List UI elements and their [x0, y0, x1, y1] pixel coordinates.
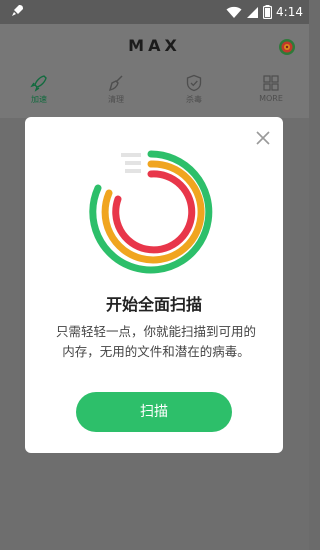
- tab-bar: 加速 清理 杀毒 MORE: [0, 70, 309, 118]
- tab-clean[interactable]: 清理: [86, 74, 146, 114]
- tab-label: MORE: [259, 94, 283, 103]
- dialog-title: 开始全面扫描: [105, 295, 202, 314]
- progress-rings-icon: [89, 150, 213, 274]
- broom-icon: [108, 75, 123, 91]
- app-header: MAX: [0, 24, 309, 70]
- rocket-icon: [30, 75, 47, 92]
- wifi-icon: [226, 6, 242, 18]
- status-bar: 4:14: [0, 0, 309, 24]
- shield-icon: [186, 74, 202, 92]
- battery-icon: [263, 5, 273, 19]
- tab-antivirus[interactable]: 杀毒: [164, 74, 224, 114]
- scan-button[interactable]: 扫描: [76, 392, 232, 432]
- tab-label: 清理: [108, 95, 124, 104]
- target-icon[interactable]: [278, 38, 296, 56]
- tab-label: 加速: [31, 95, 47, 104]
- tab-label: 杀毒: [186, 95, 202, 104]
- close-icon[interactable]: [254, 129, 272, 147]
- scan-dialog: 开始全面扫描 只需轻轻一点，你就能扫描到可用的内存，无用的文件和潜在的病毒。 扫…: [25, 117, 283, 453]
- signal-icon: [247, 6, 259, 18]
- status-time: 4:14: [276, 5, 303, 19]
- rocket-icon: [12, 5, 23, 16]
- tab-more[interactable]: MORE: [241, 74, 301, 114]
- tab-boost[interactable]: 加速: [9, 74, 69, 114]
- app-logo: MAX: [128, 36, 181, 55]
- grid-icon: [263, 75, 279, 91]
- dialog-description: 只需轻轻一点，你就能扫描到可用的内存，无用的文件和潜在的病毒。: [55, 324, 256, 359]
